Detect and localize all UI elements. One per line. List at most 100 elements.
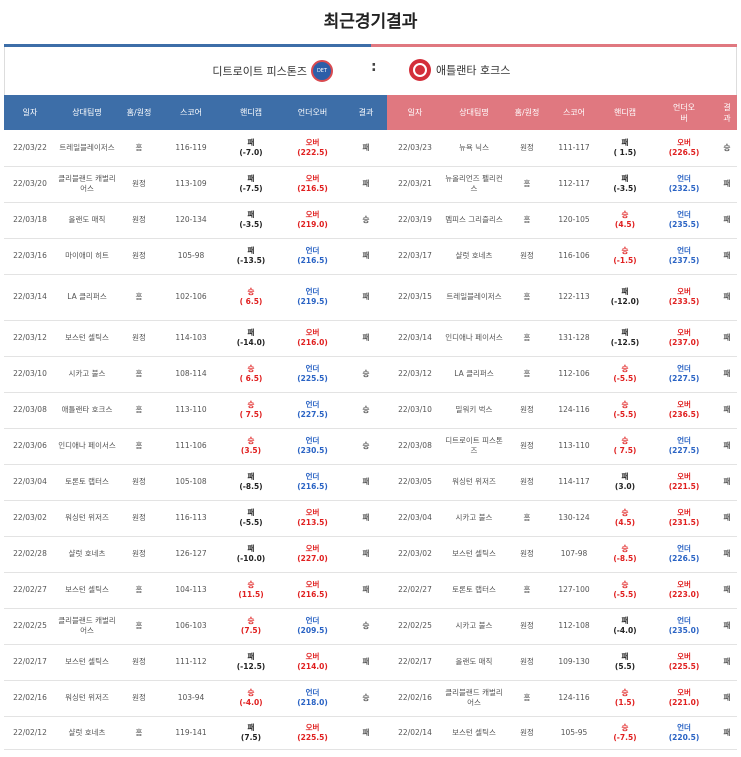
game-result: 패 [345,644,387,681]
results-tables: 일자 상대팀명 홈/원정 스코어 핸디캡 언더오버 결과 22/03/22 트레일블레이저스 홈… [4,95,737,750]
handicap: 승( 6.5) [222,356,280,393]
over-under: 언더 (237.5) [651,238,717,275]
opponent-name[interactable]: 보스턴 셀틱스 [56,320,118,357]
header-col-handicap: 핸디캡 [599,95,651,130]
opponent-name[interactable]: 클리블랜드 캐벌리어스 [443,680,505,717]
opponent-name[interactable]: LA 클리퍼스 [443,356,505,393]
table-row: 22/03/08 디트로이트 피스톤즈 원정 113-110 승( 7.5) 언더 (227… [387,428,737,465]
opponent-name[interactable]: 디트로이트 피스톤즈 [443,428,505,465]
handicap-value: (3.0) [614,482,636,491]
over-under-result: 언더 [305,246,320,255]
over-under-value: (221.0) [668,698,700,707]
opponent-name[interactable]: 트레일블레이저스 [443,274,505,321]
handicap: 패 (3.0) [599,464,651,501]
opponent-name[interactable]: 뉴욕 닉스 [443,130,505,167]
opponent-name[interactable]: 샬럿 호네츠 [443,238,505,275]
opponent-name[interactable]: 뉴올리언즈 펠리컨스 [443,166,505,203]
handicap-value: (-3.5) [613,184,637,193]
opponent-name[interactable]: 보스턴 셀틱스 [443,536,505,573]
over-under: 언더 (225.5) [280,356,345,393]
handicap-result: 패 [247,508,255,517]
opponent-name[interactable]: 시카고 불스 [443,608,505,645]
opponent-name[interactable]: 밀워키 벅스 [443,392,505,429]
table-row: 22/03/15 트레일블레이저스 홈 122-113 패 (-12.0) 오버 (233.5… [387,274,737,321]
opponent-name[interactable]: 보스턴 셀틱스 [56,572,118,609]
opponent-name[interactable]: 토론토 랩터스 [443,572,505,609]
opponent-name[interactable]: 올랜도 매직 [443,644,505,681]
handicap: 패 (-12.0) [599,274,651,321]
opponent-name[interactable]: 워싱턴 위저즈 [56,500,118,537]
opponent-name[interactable]: 보스턴 셀틱스 [56,644,118,681]
game-score: 107-98 [549,536,599,573]
table-row: 22/02/27 보스턴 셀틱스 홈 104-113 승 (11.5) 오버 (216.5) 패 [4,572,387,609]
opponent-name[interactable]: 샬럿 호네츠 [56,716,118,750]
over-under: 언더 (216.5) [280,464,345,501]
home-away: 원정 [118,202,160,239]
game-date: 22/02/25 [387,608,443,645]
away-team[interactable]: 애틀랜타 호크스 [409,59,510,81]
opponent-name[interactable]: 인디애나 페이서스 [443,320,505,357]
opponent-name[interactable]: 마이애미 히트 [56,238,118,275]
handicap: 승 (-1.5) [599,238,651,275]
opponent-name[interactable]: 인디애나 페이서스 [56,428,118,465]
game-result: 승 [345,680,387,717]
handicap-value: (-8.5) [613,554,637,563]
opponent-name[interactable]: 클리블랜드 캐벌리어스 [56,608,118,645]
game-result: 패 [345,536,387,573]
opponent-name[interactable]: 올랜도 매직 [56,202,118,239]
table-row: 22/02/17 보스턴 셀틱스 원정 111-112 패 (-12.5) 오버 (214.0… [4,644,387,681]
opponent-name[interactable]: 클리블랜드 캐벌리어스 [56,166,118,203]
opponent-name[interactable]: 애틀랜타 호크스 [56,392,118,429]
opponent-name[interactable]: LA 클리퍼스 [56,274,118,321]
pistons-logo-icon: DET [311,60,333,82]
game-score: 114-103 [160,320,222,357]
header-col-home-away: 홈/원정 [505,95,549,130]
handicap: 패 (-4.0) [599,608,651,645]
handicap: 패 (-10.0) [222,536,280,573]
over-under: 언더 (235.5) [651,202,717,239]
handicap-result: 승 [621,544,629,553]
handicap: 승 (-5.5) [599,572,651,609]
opponent-name[interactable]: 보스턴 셀틱스 [443,716,505,750]
game-date: 22/03/21 [387,166,443,203]
game-result: 패 [717,320,737,357]
game-date: 22/02/14 [387,716,443,750]
game-result: 패 [717,428,737,465]
game-date: 22/03/04 [4,464,56,501]
opponent-name[interactable]: 트레일블레이저스 [56,130,118,167]
table-row: 22/03/12 보스턴 셀틱스 원정 114-103 패 (-14.0) 오버 (216.0… [4,320,387,357]
handicap-value: (3.5) [240,446,262,455]
handicap-value: (7.5) [240,732,262,742]
opponent-name[interactable]: 토론토 랩터스 [56,464,118,501]
over-under-result: 오버 [677,137,691,147]
header-col-date: 일자 [4,95,56,130]
over-under: 오버 (214.0) [280,644,345,681]
home-team[interactable]: 디트로이트 피스톤즈 DET [212,60,333,82]
handicap-result: 패 [247,544,255,553]
over-under: 언더 (232.5) [651,166,717,203]
game-result: 패 [345,130,387,167]
game-score: 130-124 [549,500,599,537]
over-under-value: (233.5) [668,297,700,306]
table-row: 22/02/25 클리블랜드 캐벌리어스 홈 106-103 승 (7.5) 언더 (209.… [4,608,387,645]
over-under-result: 오버 [677,688,691,697]
opponent-name[interactable]: 시카고 불스 [56,356,118,393]
game-result: 패 [345,238,387,275]
handicap-value: (4.5) [614,518,636,527]
over-under-result: 오버 [677,580,691,589]
opponent-name[interactable]: 샬럿 호네츠 [56,536,118,573]
home-away: 원정 [505,644,549,681]
game-date: 22/02/12 [4,716,56,750]
header-col-date: 일자 [387,95,443,130]
handicap-result: 승 [621,246,629,255]
game-score: 112-108 [549,608,599,645]
opponent-name[interactable]: 워싱턴 위저즈 [443,464,505,501]
over-under-result: 오버 [305,210,320,219]
table-row: 22/03/02 보스턴 셀틱스 원정 107-98 승 (-8.5) 언더 (226.5) 패 [387,536,737,573]
over-under: 언더 (216.5) [280,238,345,275]
opponent-name[interactable]: 시카고 불스 [443,500,505,537]
opponent-name[interactable]: 멤피스 그리즐리스 [443,202,505,239]
handicap-result: 패 [247,137,255,147]
opponent-name[interactable]: 워싱턴 위저즈 [56,680,118,717]
handicap-value: ( 1.5) [613,147,637,157]
